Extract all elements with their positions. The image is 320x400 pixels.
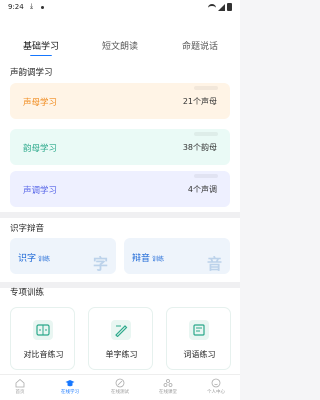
nav-online-class-label: 在线课堂: [159, 390, 177, 395]
tab-basic-learning[interactable]: 基础学习: [11, 39, 71, 52]
shengmu-label: 声母学习: [23, 98, 58, 108]
words-label: 词语练习: [183, 350, 216, 359]
bianyin-training-card[interactable]: 辩音 训练 音: [124, 238, 230, 274]
shizi-training-card[interactable]: 识字 训练 字: [10, 238, 116, 274]
section-title-shizi: 识字辩音: [10, 224, 45, 234]
battery-icon: [227, 3, 232, 11]
words-card[interactable]: 词语练习: [166, 307, 231, 370]
bianyin-label: 辩音 训练: [132, 254, 165, 264]
shengmu-card[interactable]: 声母学习 21个声母: [10, 83, 230, 119]
wifi-icon: [208, 4, 216, 10]
card-decoration: [194, 86, 218, 90]
compare-sound-card[interactable]: 对比音练习: [10, 307, 75, 370]
bianyin-watermark: 音: [206, 255, 222, 273]
single-char-icon: [111, 320, 131, 340]
shengmu-count: 21个声母: [182, 97, 217, 106]
section-title-shengyun: 声韵调学习: [10, 68, 53, 78]
home-icon: [15, 378, 25, 388]
user-icon: [211, 378, 221, 388]
edit-icon: [115, 378, 125, 388]
nav-home-label: 首页: [15, 390, 25, 395]
tab-short-reading[interactable]: 短文朗读: [90, 39, 150, 52]
nav-profile-label: 个人中心: [207, 390, 225, 395]
status-time: 9:24: [8, 3, 24, 11]
yunmu-card[interactable]: 韵母学习 38个韵母: [10, 129, 230, 165]
nav-home[interactable]: 首页: [0, 378, 40, 395]
bottom-nav: 首页 在线学习 在线测试 在线课堂 个人中心: [0, 374, 240, 400]
shengdiao-card[interactable]: 声调学习 4个声调: [10, 171, 230, 207]
bianyin-sub-label: 训练: [152, 256, 165, 263]
single-char-card[interactable]: 单字练习: [88, 307, 153, 370]
notification-dot-icon: [41, 6, 44, 9]
nav-online-class[interactable]: 在线课堂: [148, 378, 188, 395]
compare-icon: [33, 320, 53, 340]
shizi-label: 识字 训练: [18, 254, 51, 264]
nav-online-learning[interactable]: 在线学习: [50, 378, 90, 395]
section-title-zhuanxiang: 专项训练: [10, 288, 45, 298]
nav-profile[interactable]: 个人中心: [196, 378, 236, 395]
graduation-cap-icon: [65, 380, 75, 387]
single-char-label: 单字练习: [105, 350, 138, 359]
words-icon: [189, 320, 209, 340]
download-icon: ⤓: [30, 2, 34, 10]
yunmu-label: 韵母学习: [23, 144, 58, 154]
shengdiao-count: 4个声调: [187, 185, 217, 194]
nav-online-test-label: 在线测试: [111, 390, 129, 395]
top-tabs: 基础学习 短文朗读 命题说话: [0, 16, 240, 57]
nav-online-test[interactable]: 在线测试: [100, 378, 140, 395]
card-decoration: [194, 132, 218, 136]
shizi-sub-label: 训练: [38, 256, 51, 263]
nav-online-learning-label: 在线学习: [61, 390, 79, 395]
card-decoration: [194, 174, 218, 178]
class-icon: [163, 379, 173, 387]
shizi-watermark: 字: [92, 255, 108, 273]
compare-sound-label: 对比音练习: [23, 350, 64, 359]
status-right: [208, 3, 232, 11]
shengdiao-label: 声调学习: [23, 186, 58, 196]
signal-icon: [218, 3, 225, 11]
yunmu-count: 38个韵母: [182, 143, 217, 152]
status-bar: 9:24 ⤓: [0, 0, 240, 16]
tab-topic-speaking[interactable]: 命题说话: [170, 39, 230, 52]
